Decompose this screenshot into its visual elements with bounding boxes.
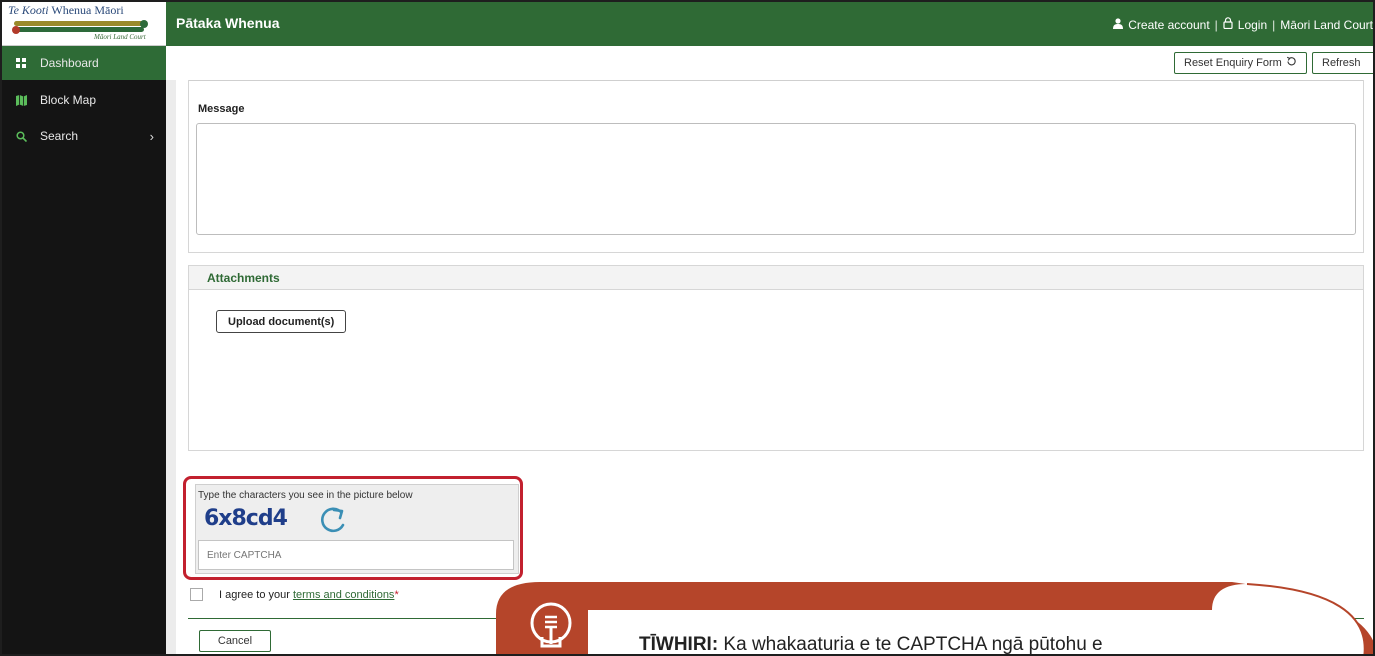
toolbar: Reset Enquiry Form Refresh — [166, 46, 1373, 80]
terms-link[interactable]: terms and conditions — [293, 589, 395, 601]
user-icon — [1113, 17, 1124, 32]
separator: | — [1272, 17, 1276, 32]
message-panel: Message — [188, 80, 1364, 253]
sidebar-item-label: Dashboard — [40, 56, 99, 70]
attachments-header: Attachments — [189, 266, 1363, 290]
captcha-image-text: 6x8cd4 — [204, 506, 288, 531]
create-account-link[interactable]: Create account — [1128, 18, 1209, 32]
reset-icon — [1286, 56, 1297, 70]
upload-document-button[interactable]: Upload document(s) — [216, 310, 347, 333]
sidebar-item-block-map[interactable]: Block Map — [2, 83, 166, 117]
logo-dot-green — [140, 20, 148, 28]
sidebar-item-label: Block Map — [40, 93, 97, 107]
court-link[interactable]: Māori Land Court — [1280, 18, 1373, 32]
terms-checkbox[interactable] — [190, 588, 203, 601]
sidebar-item-label: Search — [40, 129, 79, 143]
sidebar-item-dashboard[interactable]: Dashboard — [2, 46, 166, 80]
lock-icon — [1223, 17, 1233, 32]
cancel-button[interactable]: Cancel — [199, 630, 271, 652]
logo-swoosh-gold — [14, 21, 144, 26]
reset-enquiry-form-button[interactable]: Reset Enquiry Form — [1174, 52, 1307, 74]
message-textarea[interactable] — [196, 123, 1356, 235]
captcha-box: Type the characters you see in the pictu… — [195, 484, 519, 574]
logo-swoosh-green — [16, 27, 144, 32]
agree-text: I agree to your — [219, 588, 290, 601]
content-gutter — [166, 80, 176, 654]
sidebar: Te Kooti Whenua Māori Māori Land Court D… — [2, 2, 166, 654]
login-link[interactable]: Login — [1238, 18, 1267, 32]
chevron-right-icon: › — [149, 128, 154, 144]
terms-agreement-row: I agree to your terms and conditions * — [190, 588, 399, 601]
refresh-captcha-icon[interactable] — [316, 503, 350, 537]
refresh-button[interactable]: Refresh — [1312, 52, 1373, 74]
attachments-panel: Attachments Upload document(s) — [188, 265, 1364, 451]
map-icon — [14, 93, 28, 107]
app-window: Te Kooti Whenua Māori Māori Land Court D… — [0, 0, 1375, 656]
divider — [189, 80, 1363, 81]
message-label: Message — [198, 103, 245, 115]
required-marker: * — [394, 588, 399, 601]
top-header: Pātaka Whenua Create account | Login | M… — [166, 2, 1373, 46]
logo-title: Te Kooti Whenua Māori — [8, 3, 124, 17]
captcha-input[interactable] — [198, 540, 514, 570]
dashboard-icon — [14, 56, 28, 70]
search-icon — [14, 129, 28, 143]
captcha-instruction: Type the characters you see in the pictu… — [198, 490, 413, 501]
app-title: Pātaka Whenua — [176, 15, 280, 31]
sidebar-item-search[interactable]: Search › — [2, 119, 166, 153]
logo-dot-red — [12, 26, 20, 34]
attachments-title: Attachments — [207, 271, 280, 285]
form-divider — [188, 618, 1364, 619]
logo-subtitle: Māori Land Court — [94, 33, 146, 41]
header-account-links: Create account | Login | Māori Land Cour… — [1113, 17, 1373, 32]
separator: | — [1214, 17, 1218, 32]
court-logo[interactable]: Te Kooti Whenua Māori Māori Land Court — [2, 2, 166, 46]
